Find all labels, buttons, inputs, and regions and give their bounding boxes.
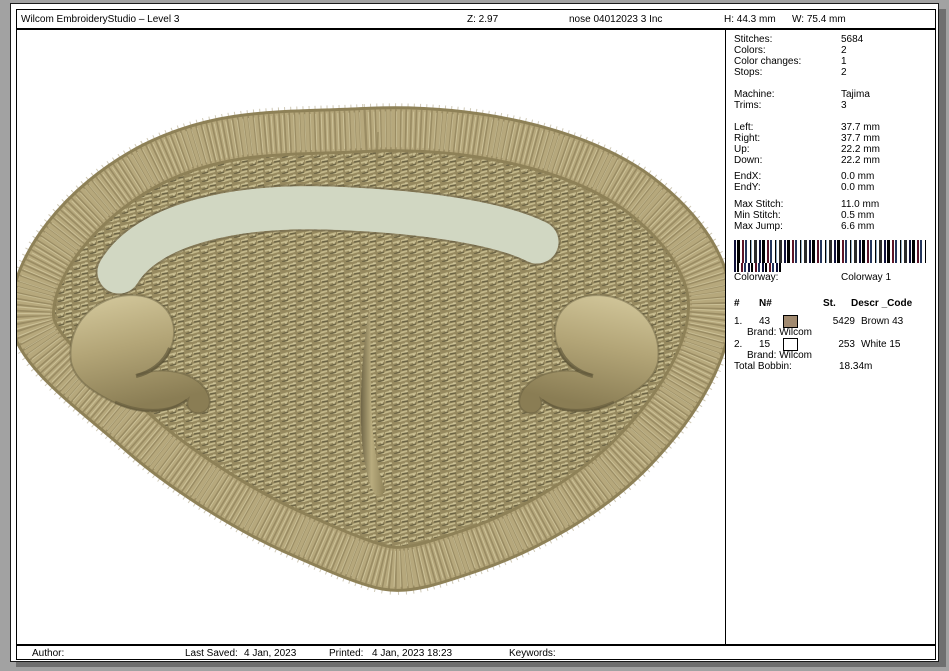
app-title: Wilcom EmbroideryStudio – Level 3 [21, 14, 179, 25]
stat-label: Max Jump: [734, 221, 783, 232]
design-canvas [17, 30, 725, 644]
thread-row-n: 15 [759, 339, 770, 350]
stat-value: 1 [841, 56, 847, 67]
thread-row-num: 1. [734, 316, 742, 327]
stat-value: 22.2 mm [841, 155, 880, 166]
stat-label: Colors: [734, 45, 766, 56]
printed-value: 4 Jan, 2023 18:23 [372, 648, 452, 659]
thread-row-brand: Brand: Wilcom [747, 350, 812, 361]
printed-label: Printed: [329, 648, 363, 659]
total-bobbin-label: Total Bobbin: [734, 361, 792, 372]
footer-box: Author: Last Saved: 4 Jan, 2023 Printed:… [16, 645, 936, 660]
thread-row-stitches: 5429 [801, 316, 855, 327]
colorway-barcode [734, 240, 926, 263]
stat-label: Stitches: [734, 34, 772, 45]
print-preview-page: Wilcom EmbroideryStudio – Level 3 Z: 2.9… [10, 3, 939, 662]
stat-label: Machine: [734, 89, 775, 100]
stat-label: Left: [734, 122, 753, 133]
stat-label: Min Stitch: [734, 210, 781, 221]
thread-row-descr: Brown 43 [861, 316, 903, 327]
design-height: H: 44.3 mm [724, 14, 776, 25]
stat-value: 37.7 mm [841, 133, 880, 144]
stat-value: Tajima [841, 89, 870, 100]
stat-value: 0.0 mm [841, 182, 874, 193]
stat-value: 37.7 mm [841, 122, 880, 133]
colorway-barcode-subrow [734, 263, 781, 272]
stat-label: Max Stitch: [734, 199, 783, 210]
col-header-st: St. [823, 298, 836, 309]
author-label: Author: [32, 648, 64, 659]
design-filename: nose 04012023 3 Inc [569, 14, 662, 25]
stat-label: Color changes: [734, 56, 801, 67]
col-header-n: N# [759, 298, 772, 309]
stat-value: 0.5 mm [841, 210, 874, 221]
loose-thread [377, 132, 378, 164]
col-header-num: # [734, 298, 740, 309]
col-header-descr: Descr _Code [851, 298, 912, 309]
header-box: Wilcom EmbroideryStudio – Level 3 Z: 2.9… [16, 9, 936, 29]
thread-row-n: 43 [759, 316, 770, 327]
last-saved-label: Last Saved: [185, 648, 238, 659]
stat-label: Stops: [734, 67, 762, 78]
stat-value: 5684 [841, 34, 863, 45]
panel-divider [725, 29, 726, 645]
stat-value: 3 [841, 100, 847, 111]
last-saved-value: 4 Jan, 2023 [244, 648, 296, 659]
total-bobbin-value: 18.34m [839, 361, 872, 372]
thread-row-descr: White 15 [861, 339, 900, 350]
stat-value: 22.2 mm [841, 144, 880, 155]
stat-label: Up: [734, 144, 750, 155]
stat-label: EndX: [734, 171, 761, 182]
colorway-label: Colorway: [734, 272, 778, 283]
stat-label: Trims: [734, 100, 761, 111]
stat-label: Down: [734, 155, 762, 166]
thread-row-stitches: 253 [801, 339, 855, 350]
thread-row-num: 2. [734, 339, 742, 350]
stat-value: 6.6 mm [841, 221, 874, 232]
stat-label: Right: [734, 133, 760, 144]
zoom-level: Z: 2.97 [467, 14, 498, 25]
stat-label: EndY: [734, 182, 761, 193]
design-width: W: 75.4 mm [792, 14, 846, 25]
thread-row-brand: Brand: Wilcom [747, 327, 812, 338]
stat-value: 2 [841, 45, 847, 56]
colorway-value: Colorway 1 [841, 272, 891, 283]
stat-value: 11.0 mm [841, 199, 879, 210]
stat-value: 2 [841, 67, 847, 78]
stat-value: 0.0 mm [841, 171, 874, 182]
keywords-label: Keywords: [509, 648, 556, 659]
